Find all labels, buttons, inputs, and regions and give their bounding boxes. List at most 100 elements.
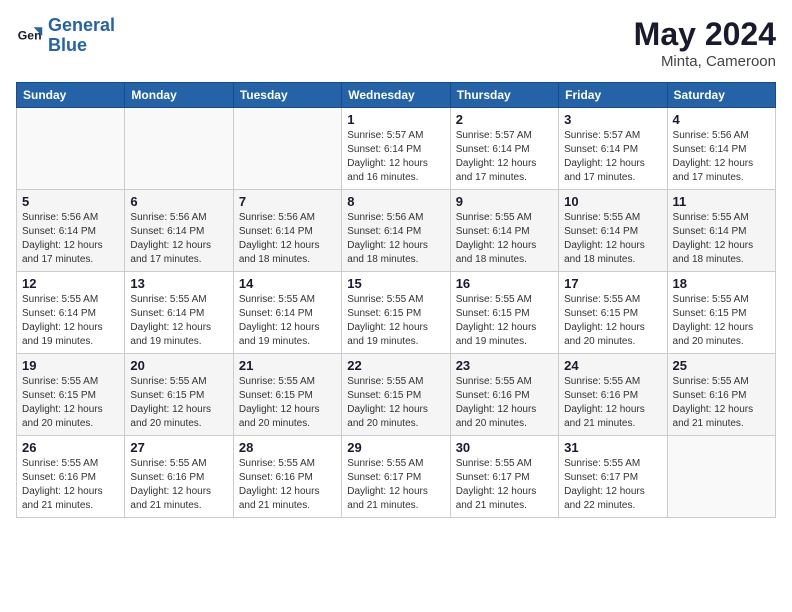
page-header: Gen General Blue May 2024 Minta, Cameroo… — [16, 16, 776, 70]
day-number: 15 — [347, 276, 444, 291]
calendar-week-row: 5 Sunrise: 5:56 AM Sunset: 6:14 PM Daylig… — [17, 190, 776, 272]
day-number: 14 — [239, 276, 336, 291]
day-number: 31 — [564, 440, 661, 455]
calendar-cell: 15 Sunrise: 5:55 AM Sunset: 6:15 PM Dayli… — [342, 272, 450, 354]
day-info: Sunrise: 5:56 AM Sunset: 6:14 PM Dayligh… — [347, 211, 444, 267]
day-info: Sunrise: 5:55 AM Sunset: 6:17 PM Dayligh… — [456, 457, 553, 513]
day-info: Sunrise: 5:55 AM Sunset: 6:16 PM Dayligh… — [22, 457, 119, 513]
day-info: Sunrise: 5:56 AM Sunset: 6:14 PM Dayligh… — [239, 211, 336, 267]
day-info: Sunrise: 5:55 AM Sunset: 6:17 PM Dayligh… — [564, 457, 661, 513]
day-info: Sunrise: 5:55 AM Sunset: 6:15 PM Dayligh… — [456, 293, 553, 349]
calendar-cell: 19 Sunrise: 5:55 AM Sunset: 6:15 PM Dayli… — [17, 354, 125, 436]
calendar-cell: 2 Sunrise: 5:57 AM Sunset: 6:14 PM Daylig… — [450, 108, 558, 190]
calendar-cell — [233, 108, 341, 190]
day-number: 26 — [22, 440, 119, 455]
calendar-cell — [125, 108, 233, 190]
logo: Gen General Blue — [16, 16, 115, 56]
day-info: Sunrise: 5:55 AM Sunset: 6:17 PM Dayligh… — [347, 457, 444, 513]
day-info: Sunrise: 5:56 AM Sunset: 6:14 PM Dayligh… — [130, 211, 227, 267]
day-number: 2 — [456, 112, 553, 127]
day-number: 11 — [673, 194, 770, 209]
day-info: Sunrise: 5:55 AM Sunset: 6:14 PM Dayligh… — [130, 293, 227, 349]
calendar-table: SundayMondayTuesdayWednesdayThursdayFrid… — [16, 82, 776, 518]
day-number: 9 — [456, 194, 553, 209]
calendar-cell: 30 Sunrise: 5:55 AM Sunset: 6:17 PM Dayli… — [450, 436, 558, 518]
day-number: 19 — [22, 358, 119, 373]
day-number: 28 — [239, 440, 336, 455]
calendar-title: May 2024 — [634, 16, 776, 53]
calendar-cell: 10 Sunrise: 5:55 AM Sunset: 6:14 PM Dayli… — [559, 190, 667, 272]
day-info: Sunrise: 5:55 AM Sunset: 6:15 PM Dayligh… — [347, 293, 444, 349]
day-info: Sunrise: 5:55 AM Sunset: 6:15 PM Dayligh… — [130, 375, 227, 431]
day-info: Sunrise: 5:55 AM Sunset: 6:16 PM Dayligh… — [564, 375, 661, 431]
day-number: 22 — [347, 358, 444, 373]
day-info: Sunrise: 5:56 AM Sunset: 6:14 PM Dayligh… — [22, 211, 119, 267]
calendar-cell: 17Sunrise: 5:55 AM Sunset: 6:15 PM Dayli… — [559, 272, 667, 354]
calendar-cell: 27 Sunrise: 5:55 AM Sunset: 6:16 PM Dayli… — [125, 436, 233, 518]
day-info: Sunrise: 5:56 AM Sunset: 6:14 PM Dayligh… — [673, 129, 770, 185]
calendar-cell: 6Sunrise: 5:56 AM Sunset: 6:14 PM Daylig… — [125, 190, 233, 272]
day-number: 23 — [456, 358, 553, 373]
day-number: 8 — [347, 194, 444, 209]
day-number: 5 — [22, 194, 119, 209]
calendar-cell: 3 Sunrise: 5:57 AM Sunset: 6:14 PM Daylig… — [559, 108, 667, 190]
day-info: Sunrise: 5:55 AM Sunset: 6:14 PM Dayligh… — [456, 211, 553, 267]
day-info: Sunrise: 5:55 AM Sunset: 6:14 PM Dayligh… — [22, 293, 119, 349]
calendar-cell: 12 Sunrise: 5:55 AM Sunset: 6:14 PM Dayli… — [17, 272, 125, 354]
calendar-cell: 5 Sunrise: 5:56 AM Sunset: 6:14 PM Daylig… — [17, 190, 125, 272]
calendar-cell: 8 Sunrise: 5:56 AM Sunset: 6:14 PM Daylig… — [342, 190, 450, 272]
calendar-subtitle: Minta, Cameroon — [634, 53, 776, 70]
day-info: Sunrise: 5:55 AM Sunset: 6:14 PM Dayligh… — [673, 211, 770, 267]
calendar-cell: 24Sunrise: 5:55 AM Sunset: 6:16 PM Dayli… — [559, 354, 667, 436]
day-number: 20 — [130, 358, 227, 373]
logo-icon: Gen — [16, 22, 44, 50]
calendar-cell: 1Sunrise: 5:57 AM Sunset: 6:14 PM Daylig… — [342, 108, 450, 190]
day-number: 25 — [673, 358, 770, 373]
calendar-cell: 25 Sunrise: 5:55 AM Sunset: 6:16 PM Dayli… — [667, 354, 775, 436]
day-of-week-header: Sunday — [17, 83, 125, 108]
calendar-cell: 4 Sunrise: 5:56 AM Sunset: 6:14 PM Daylig… — [667, 108, 775, 190]
day-info: Sunrise: 5:55 AM Sunset: 6:15 PM Dayligh… — [239, 375, 336, 431]
day-info: Sunrise: 5:57 AM Sunset: 6:14 PM Dayligh… — [456, 129, 553, 185]
calendar-week-row: 12 Sunrise: 5:55 AM Sunset: 6:14 PM Dayli… — [17, 272, 776, 354]
calendar-week-row: 1 Sunrise: 5:57 AM Sunset: 6:14 PM Daylig… — [17, 108, 776, 190]
day-of-week-header: Monday — [125, 83, 233, 108]
day-of-week-header: Tuesday — [233, 83, 341, 108]
day-info: Sunrise: 5:55 AM Sunset: 6:14 PM Dayligh… — [564, 211, 661, 267]
calendar-cell: 29 Sunrise: 5:55 AM Sunset: 6:17 PM Dayli… — [342, 436, 450, 518]
calendar-cell: 18 Sunrise: 5:55 AM Sunset: 6:15 PM Dayli… — [667, 272, 775, 354]
day-of-week-header: Wednesday — [342, 83, 450, 108]
calendar-cell: 21Sunrise: 5:55 AM Sunset: 6:15 PM Dayli… — [233, 354, 341, 436]
day-info: Sunrise: 5:55 AM Sunset: 6:15 PM Dayligh… — [22, 375, 119, 431]
day-number: 27 — [130, 440, 227, 455]
day-info: Sunrise: 5:55 AM Sunset: 6:14 PM Dayligh… — [239, 293, 336, 349]
day-number: 30 — [456, 440, 553, 455]
day-of-week-header: Saturday — [667, 83, 775, 108]
day-number: 10 — [564, 194, 661, 209]
day-info: Sunrise: 5:57 AM Sunset: 6:14 PM Dayligh… — [564, 129, 661, 185]
day-info: Sunrise: 5:55 AM Sunset: 6:16 PM Dayligh… — [673, 375, 770, 431]
day-info: Sunrise: 5:55 AM Sunset: 6:16 PM Dayligh… — [456, 375, 553, 431]
day-number: 3 — [564, 112, 661, 127]
day-number: 18 — [673, 276, 770, 291]
logo-text: General Blue — [48, 16, 115, 56]
day-number: 12 — [22, 276, 119, 291]
day-number: 1 — [347, 112, 444, 127]
day-info: Sunrise: 5:55 AM Sunset: 6:15 PM Dayligh… — [673, 293, 770, 349]
calendar-week-row: 26 Sunrise: 5:55 AM Sunset: 6:16 PM Dayli… — [17, 436, 776, 518]
day-number: 16 — [456, 276, 553, 291]
calendar-cell: 23 Sunrise: 5:55 AM Sunset: 6:16 PM Dayli… — [450, 354, 558, 436]
day-info: Sunrise: 5:55 AM Sunset: 6:15 PM Dayligh… — [564, 293, 661, 349]
calendar-cell: 26 Sunrise: 5:55 AM Sunset: 6:16 PM Dayli… — [17, 436, 125, 518]
day-info: Sunrise: 5:55 AM Sunset: 6:16 PM Dayligh… — [130, 457, 227, 513]
logo-general: General — [48, 15, 115, 35]
day-number: 13 — [130, 276, 227, 291]
calendar-cell: 16 Sunrise: 5:55 AM Sunset: 6:15 PM Dayli… — [450, 272, 558, 354]
day-number: 29 — [347, 440, 444, 455]
day-number: 4 — [673, 112, 770, 127]
calendar-cell: 11 Sunrise: 5:55 AM Sunset: 6:14 PM Dayli… — [667, 190, 775, 272]
calendar-cell: 28Sunrise: 5:55 AM Sunset: 6:16 PM Dayli… — [233, 436, 341, 518]
logo-blue: Blue — [48, 35, 87, 55]
calendar-cell: 9 Sunrise: 5:55 AM Sunset: 6:14 PM Daylig… — [450, 190, 558, 272]
calendar-cell — [17, 108, 125, 190]
